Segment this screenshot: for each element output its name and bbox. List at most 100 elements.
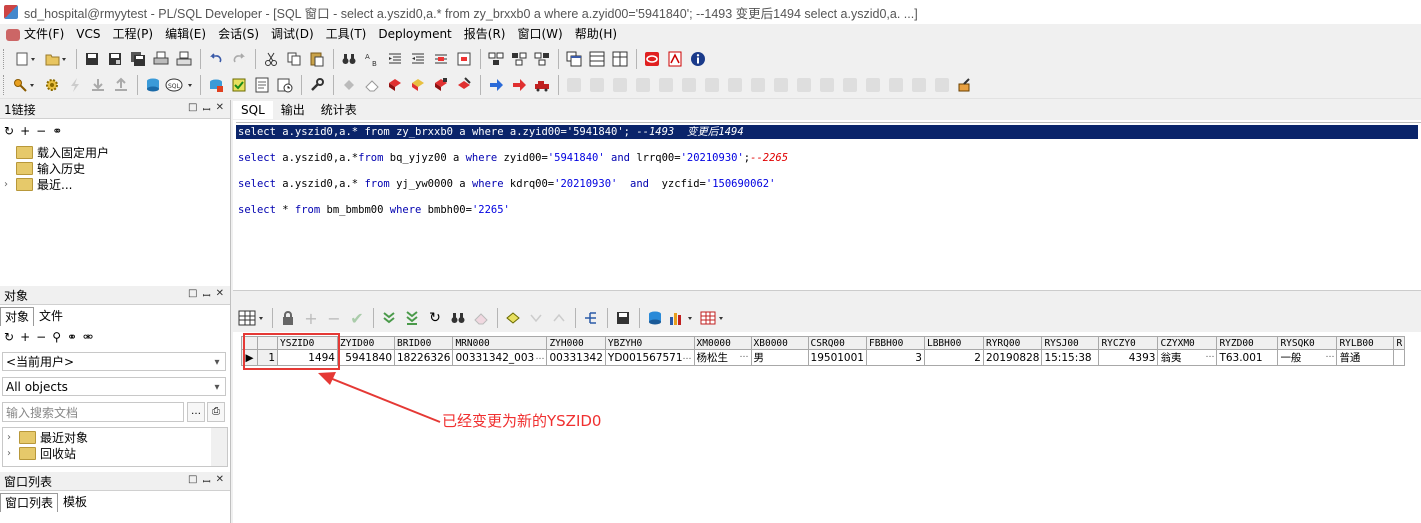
table-cell[interactable]: 4393 [1098,349,1159,366]
table-cell[interactable]: 00331342 [546,349,606,366]
menu-window[interactable]: 窗口(W) [511,25,568,44]
column-header[interactable]: BRID00 [393,336,454,350]
filter-icon[interactable]: ⚮ [83,330,93,344]
disabled-button-2[interactable] [586,74,608,96]
sql-line[interactable]: select a.yszid0,a.* from yj_yw0000 a whe… [236,177,1418,191]
disabled-button-14[interactable] [862,74,884,96]
group-icon[interactable]: ⚭ [67,330,77,344]
table-cell[interactable]: 18226326 [393,349,454,366]
rollback-button[interactable] [205,74,227,96]
binoculars-icon[interactable]: ⚲ [52,330,61,344]
disabled-button-9[interactable] [747,74,769,96]
open-button[interactable] [41,48,71,70]
tree-item[interactable]: › 最近对象 [7,429,88,445]
sql-line[interactable]: select a.yszid0,a.*from bq_yjyz00 a wher… [236,151,1418,165]
cell-editor-button[interactable]: … [1325,351,1334,365]
column-header[interactable]: CZYXM0 [1157,336,1218,350]
column-header[interactable]: RYCZY0 [1098,336,1159,350]
tab-sql[interactable]: SQL [233,101,273,119]
table-cell[interactable]: 00331342_003… [452,349,548,366]
tab-objects[interactable]: 对象 [0,307,35,326]
unindent-button[interactable] [407,48,429,70]
print-button[interactable] [150,48,172,70]
disabled-button-12[interactable] [816,74,838,96]
oracle-button[interactable] [641,48,663,70]
menu-edit[interactable]: 编辑(E) [159,25,212,44]
disabled-button-5[interactable] [655,74,677,96]
chevron-right-icon[interactable]: › [7,432,17,443]
copy-button[interactable] [283,48,305,70]
uncomment-button[interactable] [453,48,475,70]
export-tree-button[interactable] [580,307,602,329]
find-grid-button[interactable] [447,307,469,329]
book-red-button[interactable] [384,74,406,96]
save-all-button[interactable] [127,48,149,70]
windows-cascade-button[interactable] [563,48,585,70]
clock-button[interactable] [274,74,296,96]
save-as-button[interactable] [104,48,126,70]
tree-item[interactable]: 载入固定用户 [4,144,109,160]
column-header[interactable]: RYRQ00 [982,336,1043,350]
table-cell[interactable]: 3 [865,349,925,366]
car-button[interactable] [531,74,553,96]
tab-output[interactable]: 输出 [273,101,313,119]
menu-help[interactable]: 帮助(H) [569,25,623,44]
user-combo[interactable]: <当前用户> ▾ [2,352,226,371]
column-header[interactable]: RYSJ00 [1041,336,1100,350]
refresh-grid-button[interactable]: ↻ [424,307,446,329]
menu-vcs[interactable]: VCS [70,25,106,44]
tab-templates[interactable]: 模板 [58,492,92,512]
pdf-button[interactable] [664,48,686,70]
tree-item[interactable]: › 最近... [4,176,109,192]
table-cell[interactable]: YD001567571… [604,349,695,366]
last-page-button[interactable] [401,307,423,329]
query-builder-button[interactable] [485,48,507,70]
windows-list-button[interactable] [609,48,631,70]
column-header[interactable]: RYZD00 [1216,336,1279,350]
export-db-button[interactable] [644,307,666,329]
info-button[interactable] [687,48,709,70]
grid-layout-button[interactable] [237,307,267,329]
search-options-button[interactable]: … [187,402,205,422]
disabled-button-10[interactable] [770,74,792,96]
remove-icon[interactable]: − [36,124,46,138]
find-button[interactable] [338,48,360,70]
wrench-button[interactable] [306,74,328,96]
column-header[interactable]: RYLB00 [1336,336,1395,350]
disabled-button-16[interactable] [908,74,930,96]
report-button[interactable] [251,74,273,96]
tab-statistics[interactable]: 统计表 [313,101,365,119]
column-header[interactable]: RYSQK0 [1277,336,1338,350]
column-header[interactable]: ZYID00 [337,336,395,350]
cell-editor-button[interactable]: … [1205,351,1214,365]
export-excel-button[interactable] [698,307,728,329]
explain-button[interactable] [531,48,553,70]
column-header[interactable]: R [1393,336,1406,350]
pin-icon[interactable]: ꟷ [202,474,210,488]
execute-button[interactable] [64,74,86,96]
disabled-button-15[interactable] [885,74,907,96]
disabled-button-7[interactable] [701,74,723,96]
bookmark-button[interactable] [338,74,360,96]
check-button[interactable] [228,74,250,96]
sql-line[interactable]: select * from bm_bmbm00 where bmbh00='22… [236,203,1418,217]
insert-row-button[interactable]: + [300,307,322,329]
menu-tools[interactable]: 工具(T) [320,25,373,44]
table-cell[interactable]: 杨松生… [693,349,752,366]
disabled-button-13[interactable] [839,74,861,96]
table-cell[interactable]: 普通 [1336,349,1395,366]
column-header[interactable]: FBBH00 [865,336,925,350]
disabled-button-8[interactable] [724,74,746,96]
remove-icon[interactable]: − [36,330,46,344]
disabled-button-17[interactable] [931,74,953,96]
query-by-example-button[interactable] [525,307,547,329]
next-page-button[interactable] [378,307,400,329]
table-cell[interactable]: 19501001 [807,349,867,366]
column-header[interactable]: YBZYH0 [604,336,695,350]
delete-row-button[interactable]: − [323,307,345,329]
tab-files[interactable]: 文件 [34,306,68,326]
print-preview-button[interactable] [173,48,195,70]
post-changes-button[interactable]: ✔ [346,307,368,329]
table-cell[interactable]: 15:15:38 [1041,349,1100,366]
table-cell[interactable]: 翁夷… [1157,349,1218,366]
